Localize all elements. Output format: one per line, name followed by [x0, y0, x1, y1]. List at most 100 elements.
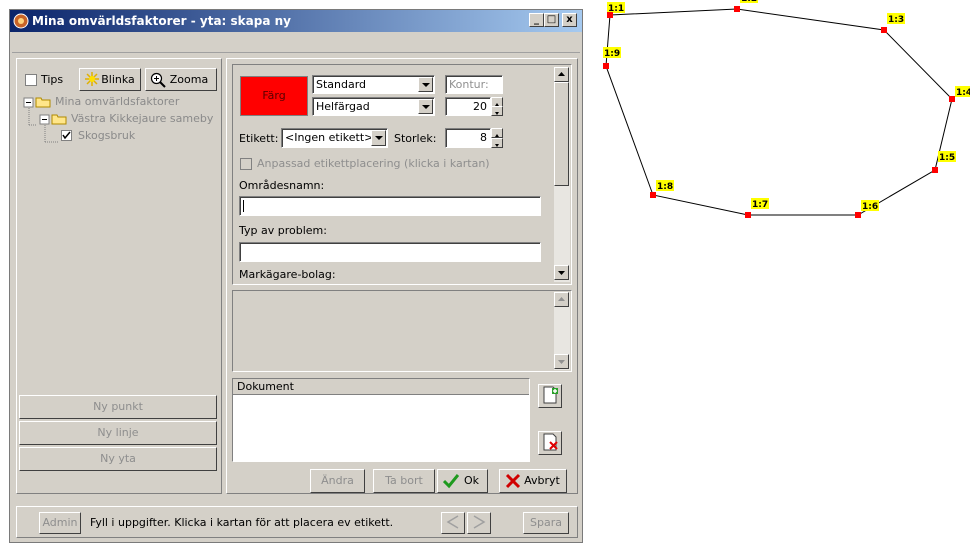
checkmark-icon — [442, 473, 460, 492]
vertex-marker[interactable] — [607, 12, 613, 18]
form-scrollbar[interactable] — [554, 67, 570, 282]
typ-label: Typ av problem: — [239, 224, 327, 237]
vertex-label: 1:5 — [939, 153, 955, 163]
skogsbruk-checkbox[interactable] — [61, 130, 72, 141]
folder-open-icon — [35, 96, 51, 111]
fill-select-value: Helfärgad — [316, 100, 370, 113]
etikett-select-value: <Ingen etikett> — [285, 131, 374, 144]
omradesnamn-label: Områdesnamn: — [239, 179, 325, 192]
ok-button[interactable]: Ok — [437, 469, 488, 493]
width-spinner[interactable] — [491, 97, 503, 116]
close-button[interactable]: x — [562, 13, 577, 27]
dokument-header: Dokument — [233, 379, 529, 395]
tips-checkbox[interactable] — [25, 74, 37, 86]
etikett-label: Etikett: — [239, 132, 279, 145]
ny-punkt-button[interactable]: Ny punkt — [19, 395, 217, 419]
admin-button[interactable]: Admin — [39, 512, 81, 534]
scroll-down-icon[interactable] — [554, 354, 569, 369]
text-cursor — [243, 200, 244, 212]
style-select-value: Standard — [316, 78, 367, 91]
tree-item-root[interactable]: Mina omvärldsfaktorer — [53, 95, 182, 108]
kontur-field[interactable]: Kontur: — [445, 75, 503, 94]
window-title: Mina omvärldsfaktorer - yta: skapa ny — [32, 14, 291, 28]
cancel-x-icon — [505, 473, 521, 492]
anpassad-checkbox[interactable] — [240, 158, 252, 170]
title-bar[interactable]: Mina omvärldsfaktorer - yta: skapa ny _ … — [10, 10, 582, 32]
style-select[interactable]: Standard — [312, 75, 435, 94]
vertex-marker[interactable] — [603, 63, 609, 69]
chevron-down-icon[interactable] — [418, 77, 433, 92]
vertex-label: 1:8 — [657, 182, 673, 192]
ta-bort-button[interactable]: Ta bort — [373, 469, 435, 493]
color-swatch-button[interactable]: Färg — [240, 76, 308, 116]
andra-button[interactable]: Ändra — [310, 469, 365, 493]
next-button[interactable] — [467, 512, 491, 534]
add-document-button[interactable] — [538, 384, 562, 408]
vertex-marker[interactable] — [932, 167, 938, 173]
vertex-marker[interactable] — [734, 6, 740, 12]
zooma-label: Zooma — [169, 73, 209, 86]
map-canvas[interactable]: 1:11:21:31:41:51:61:71:81:9 — [590, 0, 970, 545]
maximize-button[interactable]: □ — [544, 13, 559, 27]
vertex-label: 1:4 — [956, 88, 970, 98]
blinka-label: Blinka — [101, 73, 135, 86]
blinka-button[interactable]: Blinka — [79, 68, 141, 91]
zooma-button[interactable]: Zooma — [145, 68, 217, 91]
folder-open-icon — [51, 113, 67, 128]
vertex-label: 1:2 — [741, 0, 757, 4]
status-message: Fyll i uppgifter. Klicka i kartan för at… — [90, 516, 394, 529]
storlek-spinner[interactable] — [491, 128, 503, 148]
zoom-in-icon — [150, 72, 166, 90]
dialog-window: Mina omvärldsfaktorer - yta: skapa ny _ … — [9, 9, 583, 543]
status-bar: Admin Fyll i uppgifter. Klicka i kartan … — [16, 506, 578, 538]
prev-button[interactable] — [441, 512, 465, 534]
avbryt-label: Avbryt — [524, 474, 560, 487]
typ-input[interactable] — [239, 242, 541, 262]
tree-item-skogsbruk[interactable]: Skogsbruk — [76, 129, 138, 142]
spara-button[interactable]: Spara — [523, 512, 569, 534]
ny-yta-button[interactable]: Ny yta — [19, 447, 217, 471]
minimize-button[interactable]: _ — [529, 13, 544, 27]
fill-select[interactable]: Helfärgad — [312, 97, 435, 116]
tree-item-sameby[interactable]: Västra Kikkejaure sameby — [69, 112, 216, 125]
description-textarea[interactable] — [232, 290, 572, 372]
vertex-marker[interactable] — [745, 212, 751, 218]
storlek-label: Storlek: — [394, 132, 437, 145]
left-panel: Tips Blinka Zooma Mina omvärldsfaktorer … — [16, 58, 222, 494]
tree-view: Mina omvärldsfaktorer Västra Kikkejaure … — [19, 95, 219, 387]
delete-document-button[interactable] — [538, 431, 562, 455]
ok-label: Ok — [463, 474, 480, 487]
vertex-marker[interactable] — [949, 96, 955, 102]
menu-bar — [12, 35, 580, 53]
sparkle-icon — [84, 71, 100, 90]
vertex-label: 1:6 — [862, 202, 878, 212]
right-panel: Färg Standard Helfärgad Kontur: 20 Etike… — [226, 58, 578, 494]
attribute-form: Färg Standard Helfärgad Kontur: 20 Etike… — [232, 64, 572, 285]
vertex-label: 1:7 — [752, 200, 768, 210]
add-document-icon — [540, 386, 560, 407]
scroll-up-icon[interactable] — [554, 67, 569, 82]
vertex-marker[interactable] — [650, 192, 656, 198]
scroll-thumb[interactable] — [554, 82, 569, 186]
arrow-left-icon — [443, 515, 463, 533]
vertex-label: 1:9 — [604, 49, 620, 59]
textarea-scrollbar[interactable] — [554, 292, 570, 370]
chevron-down-icon[interactable] — [371, 130, 386, 146]
chevron-down-icon[interactable] — [418, 99, 433, 114]
vertex-marker[interactable] — [881, 27, 887, 33]
scroll-up-icon[interactable] — [554, 292, 569, 307]
arrow-right-icon — [469, 515, 489, 533]
omradesnamn-input[interactable] — [239, 196, 541, 216]
vertex-label: 1:3 — [888, 15, 904, 25]
scroll-down-icon[interactable] — [554, 265, 569, 280]
etikett-select[interactable]: <Ingen etikett> — [281, 128, 388, 148]
markagare-label: Markägare-bolag: — [239, 268, 336, 281]
delete-document-icon — [540, 433, 560, 454]
ny-linje-button[interactable]: Ny linje — [19, 421, 217, 445]
avbryt-button[interactable]: Avbryt — [499, 469, 567, 493]
width-field[interactable]: 20 — [445, 97, 491, 116]
dokument-list[interactable]: Dokument — [232, 378, 530, 462]
tips-label: Tips — [41, 73, 64, 86]
vertex-marker[interactable] — [855, 212, 861, 218]
storlek-field[interactable]: 8 — [445, 128, 491, 148]
